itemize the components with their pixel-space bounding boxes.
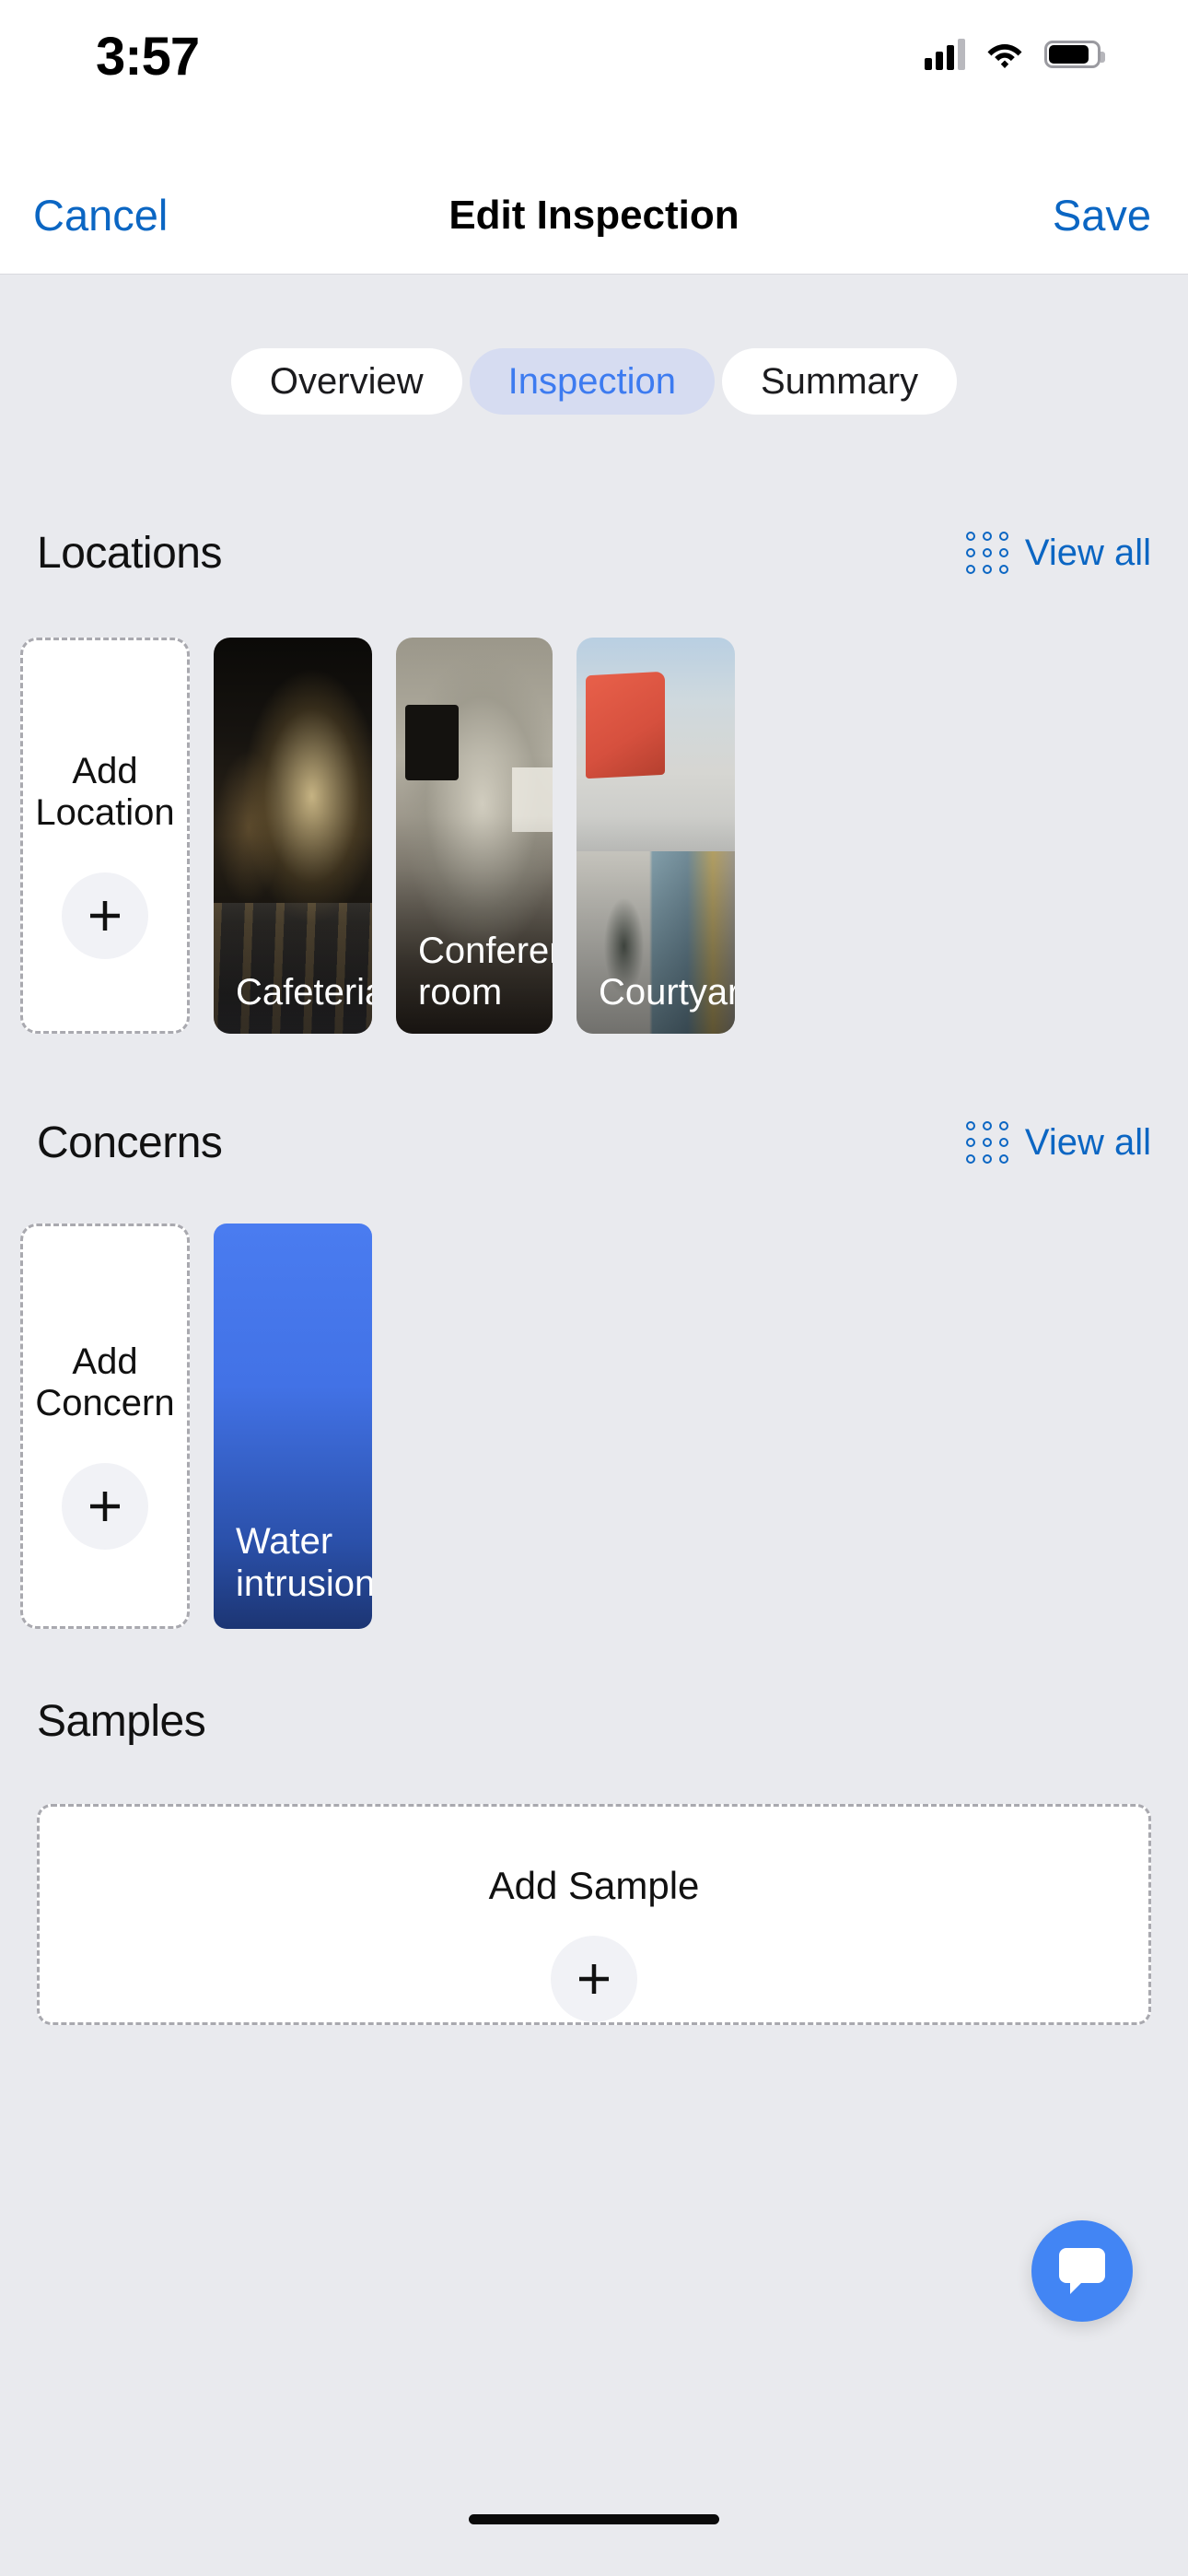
samples-section-header: Samples	[0, 1693, 1188, 1749]
samples-title: Samples	[37, 1696, 206, 1746]
locations-title: Locations	[37, 528, 222, 578]
concerns-view-all-label: View all	[1024, 1121, 1151, 1163]
page-title: Edit Inspection	[448, 192, 740, 238]
locations-view-all-label: View all	[1024, 532, 1151, 573]
status-bar-indicators	[925, 39, 1105, 70]
status-bar-time: 3:57	[96, 27, 200, 87]
grid-dots-icon	[965, 1121, 1008, 1164]
concern-label: Water intrusion	[236, 1521, 372, 1604]
add-concern-card[interactable]: Add Concern	[20, 1224, 190, 1629]
chat-bubble-icon	[1059, 2248, 1105, 2294]
location-label: Conference room	[418, 931, 553, 1013]
add-sample-card[interactable]: Add Sample	[37, 1804, 1151, 2025]
location-card-courtyard[interactable]: Courtyard	[577, 638, 735, 1034]
wifi-icon	[985, 40, 1024, 69]
add-location-card[interactable]: Add Location	[20, 638, 190, 1034]
tab-bar: Overview Inspection Summary	[0, 348, 1188, 415]
home-indicator	[469, 2514, 719, 2524]
tab-inspection[interactable]: Inspection	[469, 348, 715, 415]
plus-icon	[62, 1463, 148, 1550]
concerns-title: Concerns	[37, 1118, 223, 1167]
tab-overview[interactable]: Overview	[230, 348, 462, 415]
plus-icon	[62, 872, 148, 959]
tab-summary[interactable]: Summary	[721, 348, 958, 415]
locations-section-header: Locations View all	[0, 525, 1188, 580]
locations-view-all-button[interactable]: View all	[965, 532, 1151, 574]
add-sample-label: Add Sample	[488, 1864, 700, 1907]
locations-card-row[interactable]: Add Location Cafeteria Conference room C…	[0, 638, 1188, 1034]
concern-card-water-intrusion[interactable]: Water intrusion	[214, 1224, 372, 1629]
add-location-label: Add Location	[35, 751, 175, 833]
status-bar: 3:57	[0, 0, 1188, 157]
app-screen: 3:57 Cancel Edit Inspection Save Overvie…	[0, 0, 1188, 2576]
location-card-cafeteria[interactable]: Cafeteria	[214, 638, 372, 1034]
location-label: Cafeteria	[236, 972, 372, 1013]
nav-bar: Cancel Edit Inspection Save	[0, 157, 1188, 275]
battery-icon	[1044, 41, 1105, 68]
grid-dots-icon	[965, 532, 1008, 574]
chat-fab-button[interactable]	[1031, 2220, 1133, 2322]
concerns-view-all-button[interactable]: View all	[965, 1121, 1151, 1164]
add-concern-label: Add Concern	[35, 1341, 175, 1423]
plus-icon	[551, 1936, 637, 2022]
concerns-card-row[interactable]: Add Concern Water intrusion	[0, 1224, 1188, 1629]
save-button[interactable]: Save	[1053, 190, 1151, 240]
location-card-conference-room[interactable]: Conference room	[396, 638, 553, 1034]
location-label: Courtyard	[599, 972, 735, 1013]
concerns-section-header: Concerns View all	[0, 1115, 1188, 1170]
signal-bars-icon	[925, 39, 965, 70]
